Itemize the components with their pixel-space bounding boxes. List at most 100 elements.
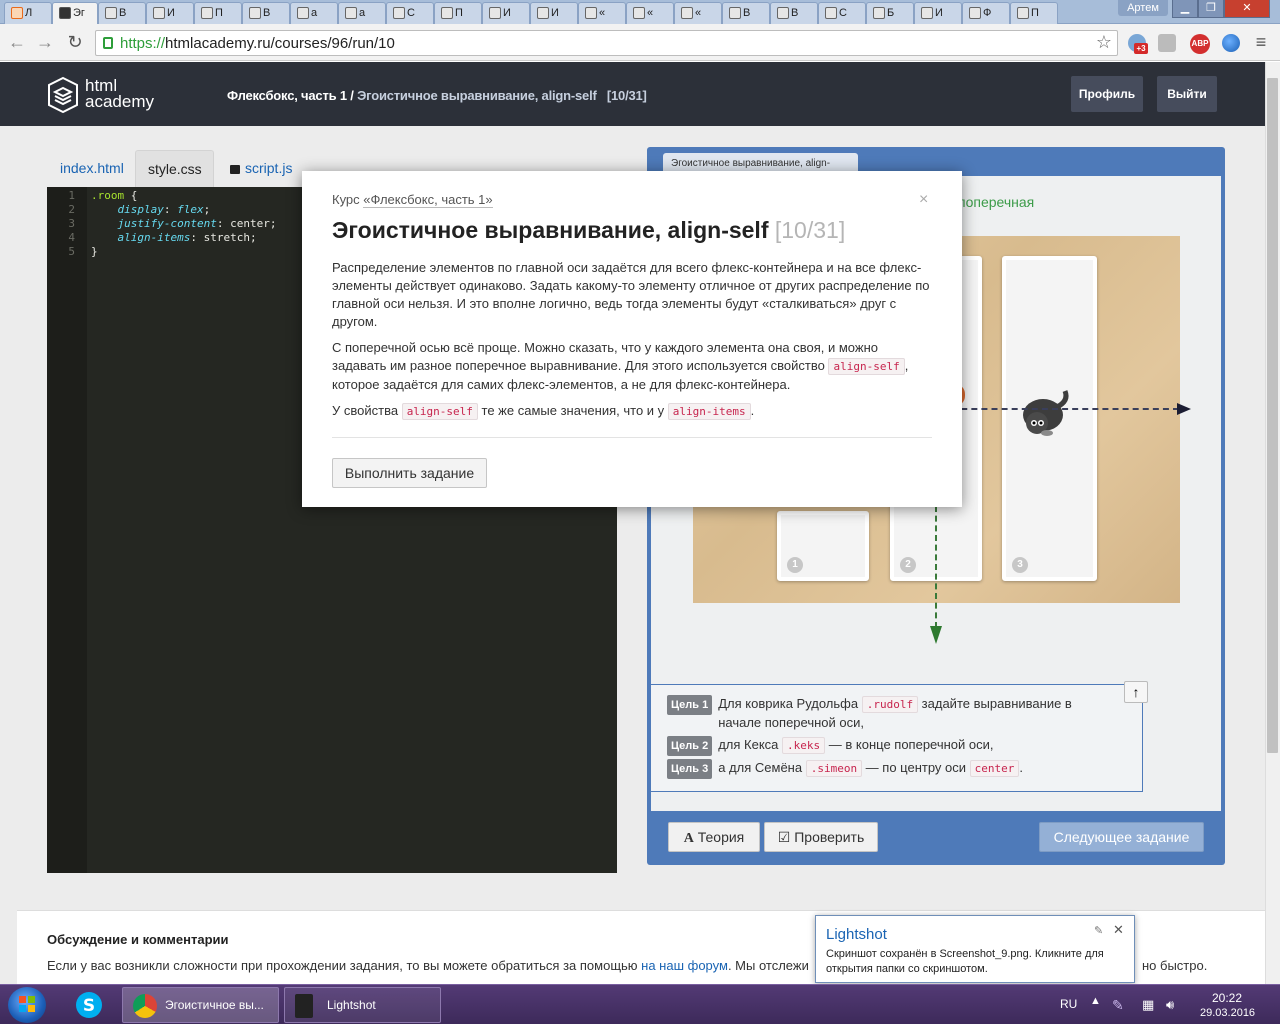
site-header: html academy Флексбокс, часть 1 / Эгоисти…: [0, 62, 1265, 126]
divider: [332, 437, 932, 438]
modal-paragraph-2: С поперечной осью всё проще. Можно сказа…: [332, 339, 932, 394]
browser-tab[interactable]: а: [290, 2, 338, 24]
theory-button-label: Теория: [697, 829, 745, 845]
browser-tab[interactable]: И: [914, 2, 962, 24]
favicon-icon: [1017, 7, 1029, 19]
line-number: 1: [68, 189, 75, 202]
favicon-icon: [345, 7, 357, 19]
maximize-button[interactable]: ❐: [1198, 0, 1224, 18]
language-indicator[interactable]: RU: [1060, 997, 1077, 1011]
taskbar-chrome[interactable]: Эгоистичное вы...: [122, 987, 279, 1023]
line-gutter: 1 2 3 4 5: [47, 187, 87, 873]
menu-icon[interactable]: ≡: [1250, 32, 1272, 54]
reload-icon[interactable]: ↻: [64, 32, 86, 54]
breadcrumb-count: [10/31]: [606, 88, 647, 103]
browser-tab-active[interactable]: Эг: [52, 2, 98, 24]
card-number: 3: [1012, 557, 1028, 573]
next-task-button[interactable]: Следующее задание: [1039, 822, 1204, 852]
modal-text: .: [750, 403, 755, 418]
tab-index-html[interactable]: index.html: [48, 150, 136, 188]
browser-tab[interactable]: «: [578, 2, 626, 24]
browser-tab[interactable]: С: [386, 2, 434, 24]
modal-text: У свойства: [332, 403, 402, 418]
close-icon[interactable]: ×: [919, 191, 928, 209]
pin-icon[interactable]: ✎: [1094, 924, 1103, 937]
close-icon[interactable]: ✕: [1113, 922, 1124, 938]
tray-expand-icon[interactable]: ▲: [1090, 995, 1101, 1007]
browser-tab[interactable]: В: [242, 2, 290, 24]
discussion-text: Если у вас возникли сложности при прохож…: [47, 958, 809, 973]
lightshot-tray-icon[interactable]: ✎: [1112, 997, 1128, 1013]
task-modal: Курс «Флексбокс, часть 1» × Эгоистичное …: [302, 171, 962, 507]
shield-icon[interactable]: [1158, 34, 1176, 52]
html-academy-logo[interactable]: html academy: [47, 76, 177, 114]
volume-icon[interactable]: 🔊︎: [1166, 997, 1182, 1013]
course-link[interactable]: «Флексбокс, часть 1»: [363, 192, 493, 208]
skype-icon[interactable]: S: [72, 989, 106, 1021]
browser-tab[interactable]: «: [626, 2, 674, 24]
goal-badge: Цель 1: [667, 695, 713, 715]
close-window-button[interactable]: ✕: [1224, 0, 1270, 18]
taskbar-lightshot[interactable]: Lightshot: [284, 987, 441, 1023]
tab-script-js[interactable]: script.js: [218, 150, 304, 188]
chrome-user-button[interactable]: Артем: [1118, 0, 1168, 16]
start-button[interactable]: [8, 987, 46, 1023]
logout-button[interactable]: Выйти: [1157, 76, 1217, 112]
adblock-icon[interactable]: ABP: [1190, 34, 1210, 54]
browser-tab[interactable]: И: [146, 2, 194, 24]
discussion-title: Обсуждение и комментарии: [47, 932, 229, 947]
goal-badge: Цель 3: [667, 759, 713, 779]
cross-axis-line: [935, 506, 937, 628]
forum-link[interactable]: на наш форум: [641, 958, 728, 973]
browser-tab[interactable]: П: [434, 2, 482, 24]
browser-tab[interactable]: Ф: [962, 2, 1010, 24]
windows-logo-icon: [19, 996, 35, 1012]
back-icon[interactable]: ←: [6, 32, 28, 54]
lightshot-message[interactable]: Скриншот сохранён в Screenshot_9.png. Кл…: [826, 947, 1131, 977]
clock-time[interactable]: 20:22: [1212, 991, 1242, 1005]
favicon-icon: [777, 7, 789, 19]
forward-icon[interactable]: →: [34, 32, 56, 54]
clock-date[interactable]: 29.03.2016: [1200, 1007, 1255, 1019]
profile-button[interactable]: Профиль: [1071, 76, 1143, 112]
globe-icon[interactable]: [1222, 34, 1240, 52]
code-line: .room {: [91, 189, 138, 202]
bookmark-star-icon[interactable]: ☆: [1096, 32, 1112, 53]
lightshot-title: Lightshot: [826, 926, 887, 943]
scrollbar-thumb[interactable]: [1267, 78, 1278, 753]
browser-tab[interactable]: «: [674, 2, 722, 24]
breadcrumb-course[interactable]: Флексбокс, часть 1: [227, 88, 347, 103]
browser-tab[interactable]: В: [722, 2, 770, 24]
browser-tab[interactable]: И: [482, 2, 530, 24]
check-button-label: Проверить: [794, 829, 865, 845]
collapse-goals-button[interactable]: ↑: [1124, 681, 1148, 703]
address-bar[interactable]: https://htmlacademy.ru/courses/96/run/10…: [95, 30, 1118, 56]
minimize-button[interactable]: ▁: [1172, 0, 1198, 18]
browser-tab[interactable]: а: [338, 2, 386, 24]
favicon-icon: [249, 7, 261, 19]
browser-tab[interactable]: С: [818, 2, 866, 24]
browser-tab[interactable]: Л: [4, 2, 52, 24]
theory-button[interactable]: A Теория: [668, 822, 760, 852]
browser-tab[interactable]: П: [1010, 2, 1058, 24]
goal-badge: Цель 2: [667, 736, 713, 756]
lightshot-notification[interactable]: Lightshot ✎ ✕ Скриншот сохранён в Screen…: [815, 915, 1135, 983]
modal-course: Курс «Флексбокс, часть 1»: [332, 192, 493, 208]
url-text[interactable]: https://htmlacademy.ru/courses/96/run/10: [120, 35, 395, 52]
browser-tab[interactable]: В: [770, 2, 818, 24]
network-icon[interactable]: ▦: [1142, 997, 1158, 1013]
start-task-button[interactable]: Выполнить задание: [332, 458, 487, 488]
browser-tab[interactable]: Б: [866, 2, 914, 24]
favicon-icon: [297, 7, 309, 19]
browser-tab[interactable]: В: [98, 2, 146, 24]
browser-tab[interactable]: П: [194, 2, 242, 24]
browser-tab[interactable]: И: [530, 2, 578, 24]
taskbar-chrome-label: Эгоистичное вы...: [165, 998, 264, 1012]
favicon-icon: [201, 7, 213, 19]
check-button[interactable]: ☑ Проверить: [764, 822, 878, 852]
breadcrumb: Флексбокс, часть 1 / Эгоистичное выравни…: [227, 88, 647, 103]
svg-text:S: S: [83, 996, 95, 1016]
line-number: 4: [68, 231, 75, 244]
favicon-icon: [969, 7, 981, 19]
tab-style-css[interactable]: style.css: [135, 150, 214, 188]
